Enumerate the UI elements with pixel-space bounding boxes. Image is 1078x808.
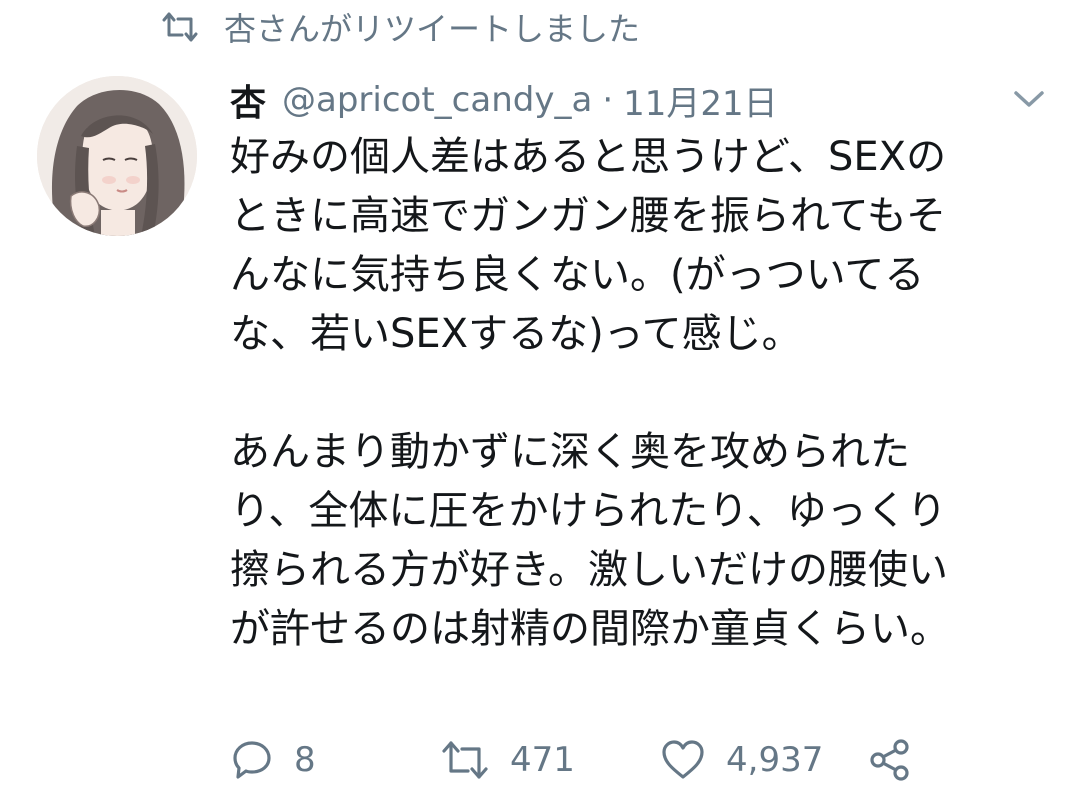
like-count: 4,937 xyxy=(726,740,824,780)
tweet-text-line: ときに高速でガンガン腰を振られてもそ xyxy=(230,193,946,239)
tweet-text-line: な、若いSEXするな)って感じ。 xyxy=(230,311,802,357)
retweet-button[interactable]: 471 xyxy=(440,730,575,790)
tweet-text-line: が許せるのは射精の間際か童貞くらい。 xyxy=(230,606,950,652)
tweet-header: 杏 @apricot_candy_a · 11月21日 xyxy=(230,72,778,128)
tweet-actions: 8 471 4,937 xyxy=(230,730,1050,790)
tweet-date[interactable]: 11月21日 xyxy=(623,76,778,125)
reply-icon xyxy=(233,741,271,779)
avatar-illustration xyxy=(37,76,197,236)
share-icon xyxy=(870,739,909,781)
paragraph-break xyxy=(230,364,1050,423)
like-button[interactable]: 4,937 xyxy=(660,730,823,790)
reply-count: 8 xyxy=(294,740,316,780)
heart-icon xyxy=(662,740,704,779)
separator-dot: · xyxy=(602,80,614,120)
retweet-context-text: 杏さんがリツイートしました xyxy=(224,10,641,48)
tweet-text-line: り、全体に圧をかけられたり、ゆっくり xyxy=(230,488,947,534)
retweet-icon xyxy=(442,741,488,779)
retweet-icon xyxy=(162,12,198,42)
retweet-context: 杏さんがリツイートしました xyxy=(160,6,640,48)
display-name[interactable]: 杏 xyxy=(230,74,266,126)
avatar[interactable] xyxy=(37,76,197,236)
reply-button[interactable]: 8 xyxy=(230,730,316,790)
tweet-text-line: んなに気持ち良くない。(がっついてる xyxy=(230,252,925,298)
tweet-text: 好みの個人差はあると思うけど、SEXの ときに高速でガンガン腰を振られてもそ ん… xyxy=(230,128,1050,659)
tweet-text-line: 擦られる方が好き。激しいだけの腰使い xyxy=(230,547,948,593)
share-button[interactable] xyxy=(868,730,912,790)
tweet-text-line: あんまり動かずに深く奥を攻められた xyxy=(230,429,910,475)
tweet-text-line: 好みの個人差はあると思うけど、SEXの xyxy=(230,134,947,180)
retweet-count: 471 xyxy=(510,740,575,780)
user-handle[interactable]: @apricot_candy_a xyxy=(282,80,592,120)
chevron-down-icon[interactable] xyxy=(1010,86,1048,112)
